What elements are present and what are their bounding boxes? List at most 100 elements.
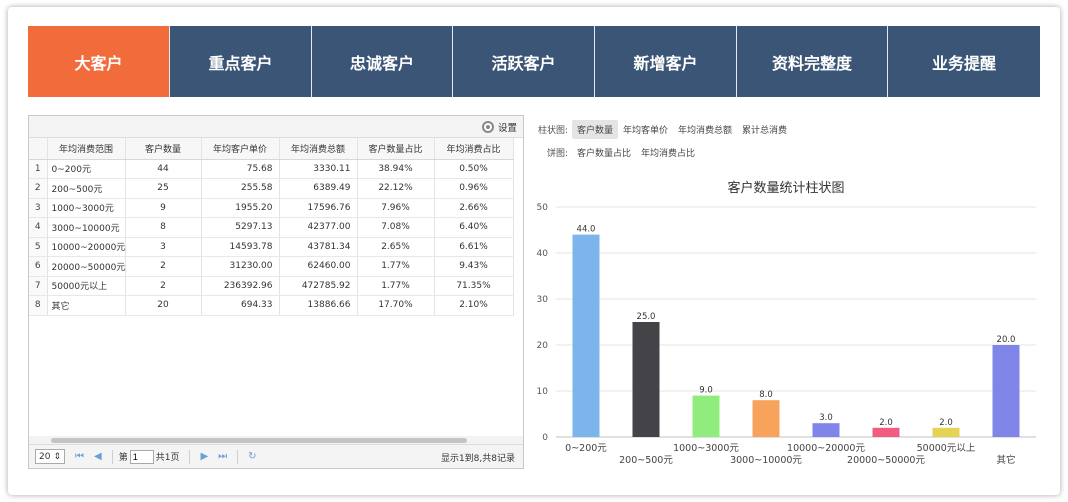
table-row[interactable]: 5 10000~20000元 3 14593.78 43781.34 2.65% 6.61% <box>29 237 514 257</box>
pie-type-label: 饼图: <box>546 148 568 159</box>
tab-5[interactable]: 资料完整度 <box>737 26 888 97</box>
table-row[interactable]: 1 0~200元 44 75.68 3330.11 38.94% 0.50% <box>29 159 514 179</box>
pie-option[interactable]: 客户数量占比 <box>572 143 636 162</box>
table-cell: 3330.11 <box>279 159 358 179</box>
table-cell: 25 <box>125 178 202 199</box>
x-tick-label: 200~500元 <box>619 455 673 466</box>
table-cell: 9 <box>125 198 202 218</box>
table-cell: 6.40% <box>434 217 514 238</box>
table-cell: 22.12% <box>357 178 435 199</box>
table-cell: 1.77% <box>357 256 435 277</box>
x-tick-label: 50000元以上 <box>917 443 976 454</box>
bar <box>572 234 600 437</box>
bar-option[interactable]: 累计总消费 <box>737 120 792 139</box>
tab-3[interactable]: 活跃客户 <box>453 26 595 97</box>
table-cell: 6.61% <box>434 237 514 257</box>
page-number-input[interactable] <box>129 449 154 464</box>
pager-divider <box>111 449 113 464</box>
data-label: 44.0 <box>577 225 596 235</box>
table-cell: 42377.00 <box>279 217 358 238</box>
table-cell: 2 <box>125 276 202 296</box>
table-cell: 200~500元 <box>47 178 126 199</box>
prev-page-icon[interactable]: ◀ <box>94 451 102 462</box>
settings-button[interactable]: 设置 <box>481 120 517 134</box>
tab-2[interactable]: 忠诚客户 <box>312 26 453 97</box>
table-cell: 17.70% <box>357 295 435 316</box>
page-size-select[interactable]: 20 ⇕ <box>35 449 65 464</box>
gear-icon <box>481 121 494 133</box>
table-cell: 2.66% <box>434 198 514 218</box>
column-header[interactable]: 客户数量占比 <box>357 138 435 160</box>
table-cell: 8 <box>125 217 202 238</box>
bar <box>692 395 720 437</box>
table-row[interactable]: 6 20000~50000元 2 31230.00 62460.00 1.77% 9.43% <box>29 256 514 277</box>
chart-title: 客户数量统计柱状图 <box>727 181 845 196</box>
table-header-row: 年均消费范围 客户数量 年均客户单价 年均消费总额 客户数量占比 年均消费占比 <box>29 138 514 160</box>
data-label: 2.0 <box>939 418 953 428</box>
tab-0[interactable]: 大客户 <box>28 26 170 97</box>
page-size-value: 20 <box>39 451 51 462</box>
table-row[interactable]: 8 其它 20 694.33 13886.66 17.70% 2.10% <box>29 295 514 316</box>
bar-chart-type-row: 柱状图: 客户数量 年均客单价 年均消费总额 累计总消费 <box>532 119 792 139</box>
x-tick-label: 10000~20000元 <box>787 443 865 454</box>
row-number: 2 <box>29 178 48 199</box>
settings-label: 设置 <box>497 123 517 134</box>
table-cell: 62460.00 <box>279 256 358 277</box>
pie-chart-type-row: 饼图: 客户数量占比 年均消费占比 <box>532 143 700 161</box>
table-row[interactable]: 3 1000~3000元 9 1955.20 17596.76 7.96% 2.66% <box>29 198 514 218</box>
table-cell: 31230.00 <box>201 256 280 277</box>
table-cell: 2.10% <box>434 295 514 316</box>
pie-option[interactable]: 年均消费占比 <box>636 143 700 162</box>
table-cell: 7.96% <box>357 198 435 218</box>
table-cell: 20 <box>125 295 202 316</box>
data-table: 年均消费范围 客户数量 年均客户单价 年均消费总额 客户数量占比 年均消费占比 1 0~20… <box>29 138 514 316</box>
x-tick-label: 20000~50000元 <box>847 455 925 466</box>
table-cell: 694.33 <box>201 295 280 316</box>
x-tick-label: 3000~10000元 <box>730 455 802 466</box>
column-header[interactable]: 客户数量 <box>125 138 202 160</box>
column-header[interactable]: 年均客户单价 <box>201 138 280 160</box>
next-page-icon[interactable]: ▶ <box>200 451 208 462</box>
record-info: 显示1到8,共8记录 <box>440 454 515 464</box>
row-number: 3 <box>29 198 48 218</box>
y-tick-label: 40 <box>537 249 549 259</box>
first-page-icon[interactable]: ⏮ <box>75 451 84 462</box>
y-tick-label: 30 <box>537 295 549 305</box>
table-cell: 43781.34 <box>279 237 358 257</box>
tab-4[interactable]: 新增客户 <box>595 26 737 97</box>
table-cell: 50000元以上 <box>47 276 126 296</box>
y-tick-label: 20 <box>537 341 549 351</box>
pagination-bar: 20 ⇕ ⏮ ◀ 第 共1页 ▶ ⏭ ↻ 显示1到8,共8记录 <box>29 444 523 468</box>
table-cell: 1955.20 <box>201 198 280 218</box>
bar-chart: 0 10 20 30 40 50 44.0 0~200元 25.0 200~500元 9.0 1000… <box>537 203 1036 466</box>
tab-1[interactable]: 重点客户 <box>170 26 312 97</box>
last-page-icon[interactable]: ⏭ <box>218 451 227 462</box>
bar-option[interactable]: 年均客单价 <box>618 120 673 139</box>
column-header[interactable]: 年均消费占比 <box>434 138 514 160</box>
table-cell: 14593.78 <box>201 237 280 257</box>
bar-option[interactable]: 年均消费总额 <box>673 120 737 139</box>
y-tick-label: 50 <box>537 203 549 213</box>
table-cell: 17596.76 <box>279 198 358 218</box>
refresh-icon[interactable]: ↻ <box>248 451 256 462</box>
app-window: 大客户 重点客户 忠诚客户 活跃客户 新增客户 资料完整度 业务提醒 设置 年均消费范围 客户… <box>8 7 1060 495</box>
table-cell: 44 <box>125 159 202 179</box>
table-row[interactable]: 4 3000~10000元 8 5297.13 42377.00 7.08% 6.40% <box>29 217 514 238</box>
bar-option[interactable]: 客户数量 <box>572 119 619 139</box>
table-row[interactable]: 7 50000元以上 2 236392.96 472785.92 1.77% 71.35% <box>29 276 514 296</box>
column-header[interactable]: 年均消费总额 <box>279 138 358 160</box>
x-tick-label: 其它 <box>996 454 1015 466</box>
column-header[interactable]: 年均消费范围 <box>47 138 126 160</box>
customer-category-tabs: 大客户 重点客户 忠诚客户 活跃客户 新增客户 资料完整度 业务提醒 <box>28 26 1040 97</box>
tab-6[interactable]: 业务提醒 <box>888 26 1040 97</box>
table-row[interactable]: 2 200~500元 25 255.58 6389.49 22.12% 0.96% <box>29 178 514 199</box>
bar <box>872 427 900 437</box>
table-cell: 7.08% <box>357 217 435 238</box>
table-cell: 71.35% <box>434 276 514 296</box>
row-number: 6 <box>29 256 48 277</box>
table-cell: 5297.13 <box>201 217 280 238</box>
scrollbar-thumb[interactable] <box>51 438 467 443</box>
data-label: 9.0 <box>699 386 713 396</box>
pager-divider <box>189 449 191 464</box>
table-cell: 236392.96 <box>201 276 280 296</box>
